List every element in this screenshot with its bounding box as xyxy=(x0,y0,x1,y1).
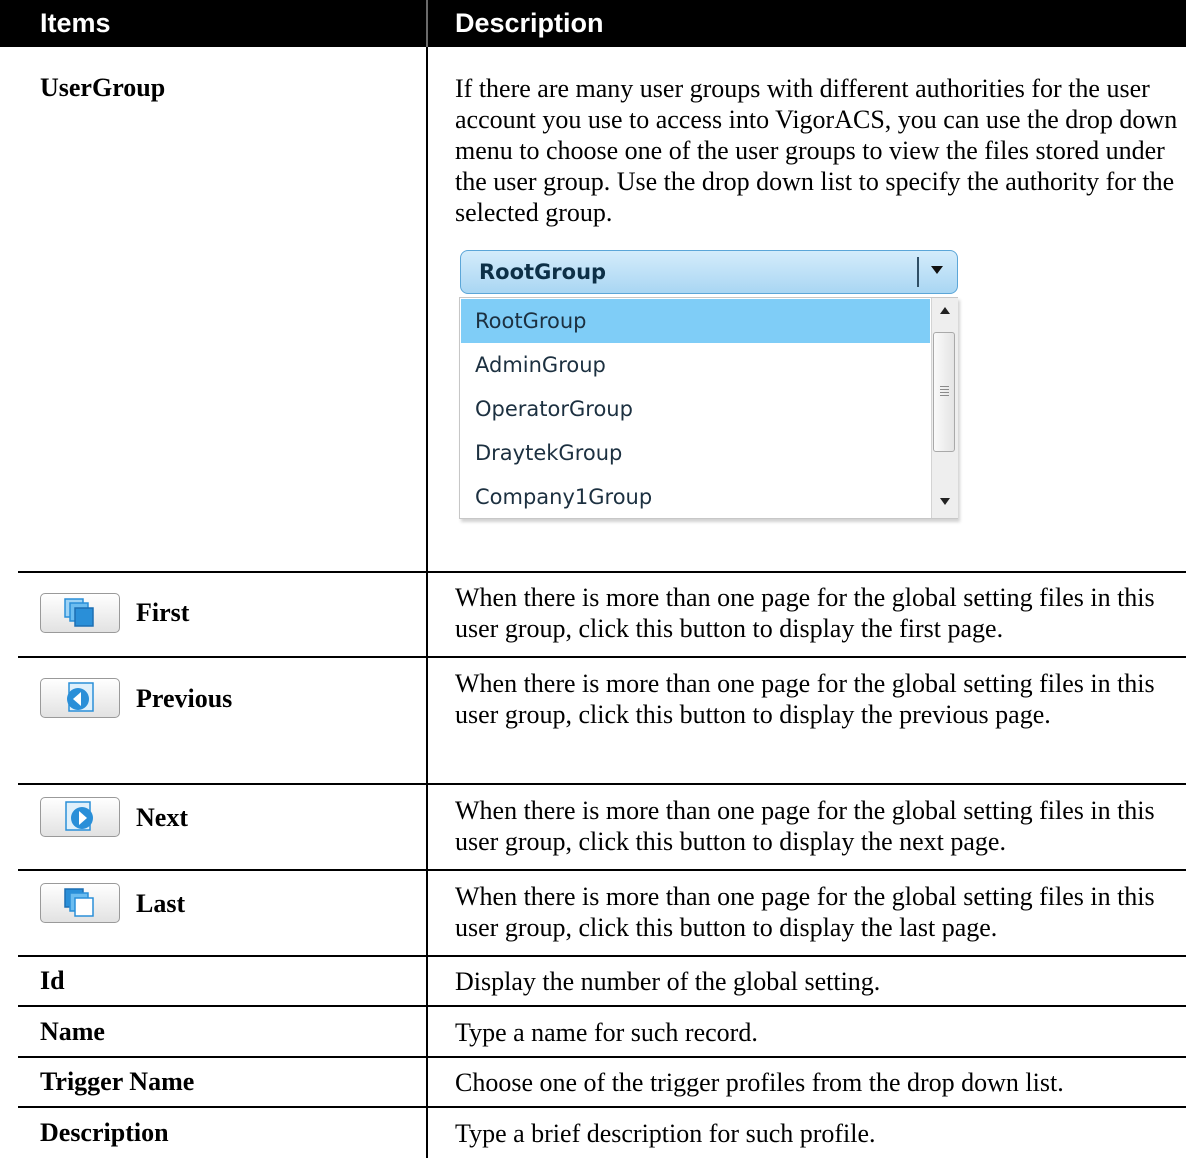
description-row-description: Type a brief description for such profil… xyxy=(455,1119,876,1148)
row-divider xyxy=(18,1106,1186,1108)
dropdown-list: RootGroup AdminGroup OperatorGroup Drayt… xyxy=(459,297,958,519)
item-last: Last xyxy=(136,889,186,918)
next-description: When there is more than one page for the… xyxy=(455,796,1155,856)
id-description: Display the number of the global setting… xyxy=(455,967,881,996)
last-description: When there is more than one page for the… xyxy=(455,882,1155,942)
item-id: Id xyxy=(40,966,65,995)
dropdown-separator xyxy=(917,257,919,287)
usergroup-description: If there are many user groups with diffe… xyxy=(455,74,1178,227)
row-divider xyxy=(18,783,1186,785)
scroll-down-icon[interactable] xyxy=(940,498,950,505)
grip-line xyxy=(940,395,949,396)
scroll-up-icon[interactable] xyxy=(940,307,950,314)
first-page-icon xyxy=(64,598,94,627)
column-divider xyxy=(426,47,428,1158)
previous-page-button[interactable] xyxy=(40,678,120,718)
next-page-button[interactable] xyxy=(40,797,120,837)
first-description: When there is more than one page for the… xyxy=(455,583,1155,643)
dropdown-option[interactable]: DraytekGroup xyxy=(461,431,930,475)
row-divider xyxy=(18,1005,1186,1007)
name-description: Type a name for such record. xyxy=(455,1018,758,1047)
row-divider xyxy=(18,571,1186,573)
dropdown-selected-value: RootGroup xyxy=(479,260,607,284)
dropdown-option[interactable]: OperatorGroup xyxy=(461,387,930,431)
row-divider xyxy=(18,656,1186,658)
item-first: First xyxy=(136,598,190,627)
header-items: Items xyxy=(0,0,426,47)
grip-line xyxy=(940,392,949,393)
row-divider xyxy=(18,1056,1186,1058)
last-page-icon xyxy=(64,888,94,917)
next-page-icon xyxy=(65,801,93,831)
item-name: Name xyxy=(40,1017,105,1046)
item-trigger-name: Trigger Name xyxy=(40,1067,195,1096)
scrollbar-thumb[interactable] xyxy=(933,332,955,452)
trigger-name-description: Choose one of the trigger profiles from … xyxy=(455,1068,1064,1097)
grip-line xyxy=(940,389,949,390)
item-next: Next xyxy=(136,803,188,832)
last-page-button[interactable] xyxy=(40,883,120,923)
dropdown-option[interactable]: Company1Group xyxy=(461,475,930,519)
previous-page-icon xyxy=(67,682,94,712)
item-usergroup: UserGroup xyxy=(40,73,166,102)
row-divider xyxy=(18,955,1186,957)
item-previous: Previous xyxy=(136,684,233,713)
header-description: Description xyxy=(428,0,1186,47)
grip-line xyxy=(940,386,949,387)
first-page-button[interactable] xyxy=(40,593,120,633)
chevron-down-icon[interactable] xyxy=(931,266,943,274)
item-description: Description xyxy=(40,1118,169,1147)
dropdown-option[interactable]: RootGroup xyxy=(461,299,930,343)
row-divider xyxy=(18,869,1186,871)
dropdown-scrollbar[interactable] xyxy=(931,298,958,518)
previous-description: When there is more than one page for the… xyxy=(455,669,1155,729)
dropdown-option[interactable]: AdminGroup xyxy=(461,343,930,387)
